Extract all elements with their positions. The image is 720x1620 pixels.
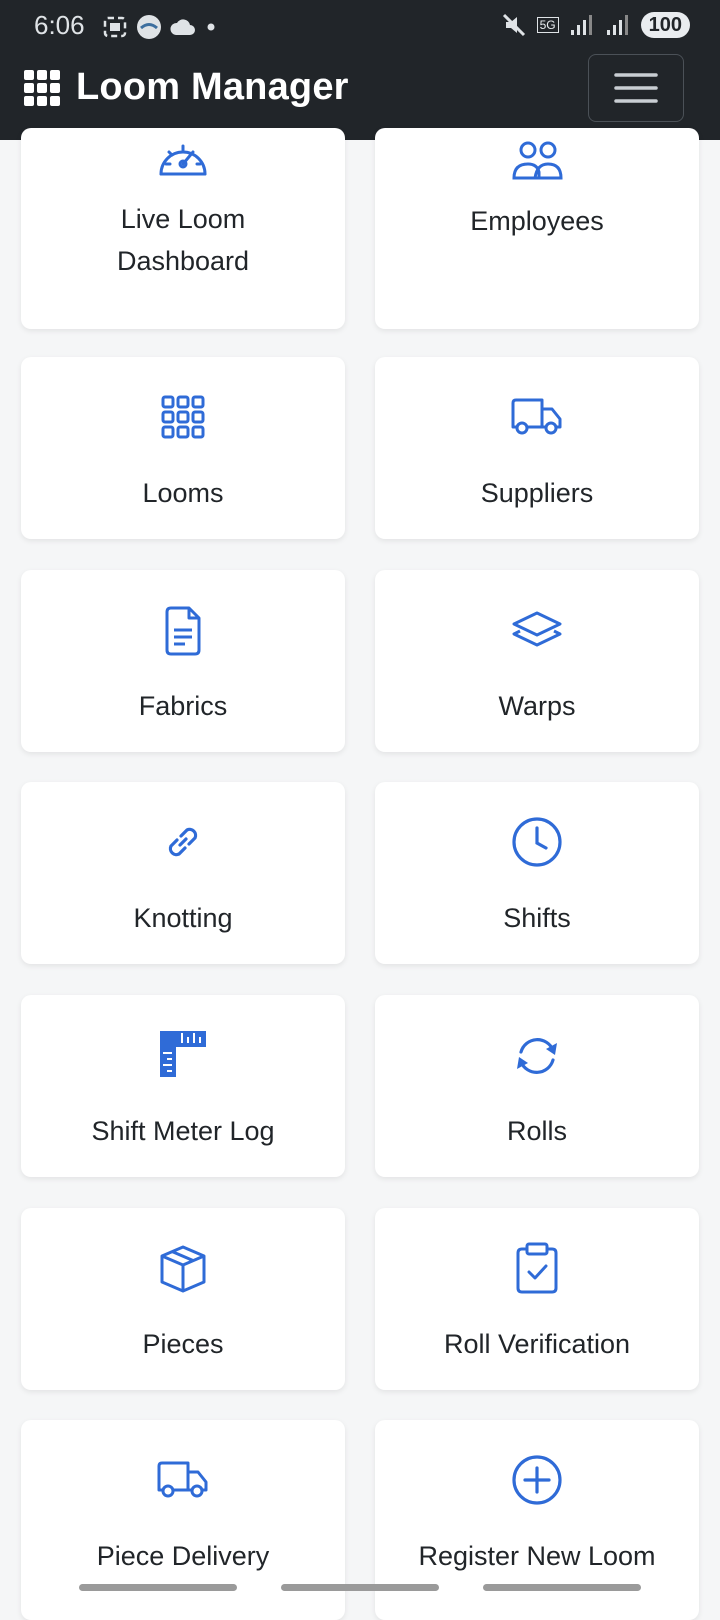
menu-label: Rolls [506,1116,567,1146]
navbar: Loom Manager [0,50,720,140]
status-time: 6:06 [34,10,85,40]
grid-icon [161,395,205,439]
menu-card-roll-verification[interactable]: Roll Verification [375,1208,699,1390]
app-title: Loom Manager [76,66,349,108]
menu-card-fabrics[interactable]: Fabrics [21,570,345,752]
box-icon [160,1245,206,1293]
truck-icon [157,1461,208,1498]
truck-icon [511,398,562,435]
menu-card-live-loom-dashboard[interactable]: Live Loom Dashboard [21,128,345,329]
menu-card-suppliers[interactable]: Suppliers [375,357,699,539]
clipboard-check-icon [516,1242,558,1294]
battery-indicator: 100 [640,12,690,38]
menu-label: Fabrics [138,691,228,721]
menu-label: Register New Loom [418,1541,656,1571]
notification-icons [102,14,218,40]
refresh-icon [517,1038,557,1074]
menu-card-looms[interactable]: Looms [21,357,345,539]
menu-label: Suppliers [480,478,594,508]
menu-label: Piece Delivery [96,1541,270,1571]
menu-card-pieces[interactable]: Pieces [21,1208,345,1390]
menu-card-rolls[interactable]: Rolls [375,995,699,1177]
menu-label: Warps [498,691,576,721]
nav-gesture-bar-left[interactable] [79,1584,237,1591]
menu-card-warps[interactable]: Warps [375,570,699,752]
document-icon [165,606,201,656]
hamburger-icon [614,73,658,103]
menu-card-employees[interactable]: Employees [375,128,699,329]
menu-label: Roll Verification [443,1329,631,1359]
link-icon [168,827,198,857]
signal-icon [570,15,592,35]
menu-label: Knotting [133,903,233,933]
dot-icon [207,23,215,31]
network-type: 5G [536,17,559,33]
menu-label: Employees [470,206,604,236]
status-bar: 6:06 5G 100 [0,0,720,50]
screenshot-icon [103,16,127,38]
mute-icon [502,13,525,37]
brand[interactable]: Loom Manager [24,66,349,109]
menu-label: Live Loom Dashboard [116,204,250,276]
menu-card-shifts[interactable]: Shifts [375,782,699,964]
ruler-icon [160,1031,206,1077]
signal-icon-2 [606,15,628,35]
menu-label: Shift Meter Log [91,1116,275,1146]
menu-card-shift-meter-log[interactable]: Shift Meter Log [21,995,345,1177]
cloud-icon [170,19,195,35]
nav-gesture-bar-right[interactable] [483,1584,641,1591]
menu-label: Pieces [142,1329,224,1359]
plus-circle-icon [512,1455,562,1505]
nav-gesture-bar-center[interactable] [281,1584,439,1591]
layers-icon [512,611,562,647]
menu-label: Shifts [503,903,571,933]
speedometer-icon [159,144,207,176]
menu-card-knotting[interactable]: Knotting [21,782,345,964]
people-icon [512,141,563,180]
menu-toggle-button[interactable] [588,54,684,122]
app-notification-icon [137,15,161,39]
menu-label: Looms [142,478,224,508]
grid-icon [24,69,60,106]
system-icons: 5G 100 [501,12,690,38]
clock-icon [512,817,562,867]
